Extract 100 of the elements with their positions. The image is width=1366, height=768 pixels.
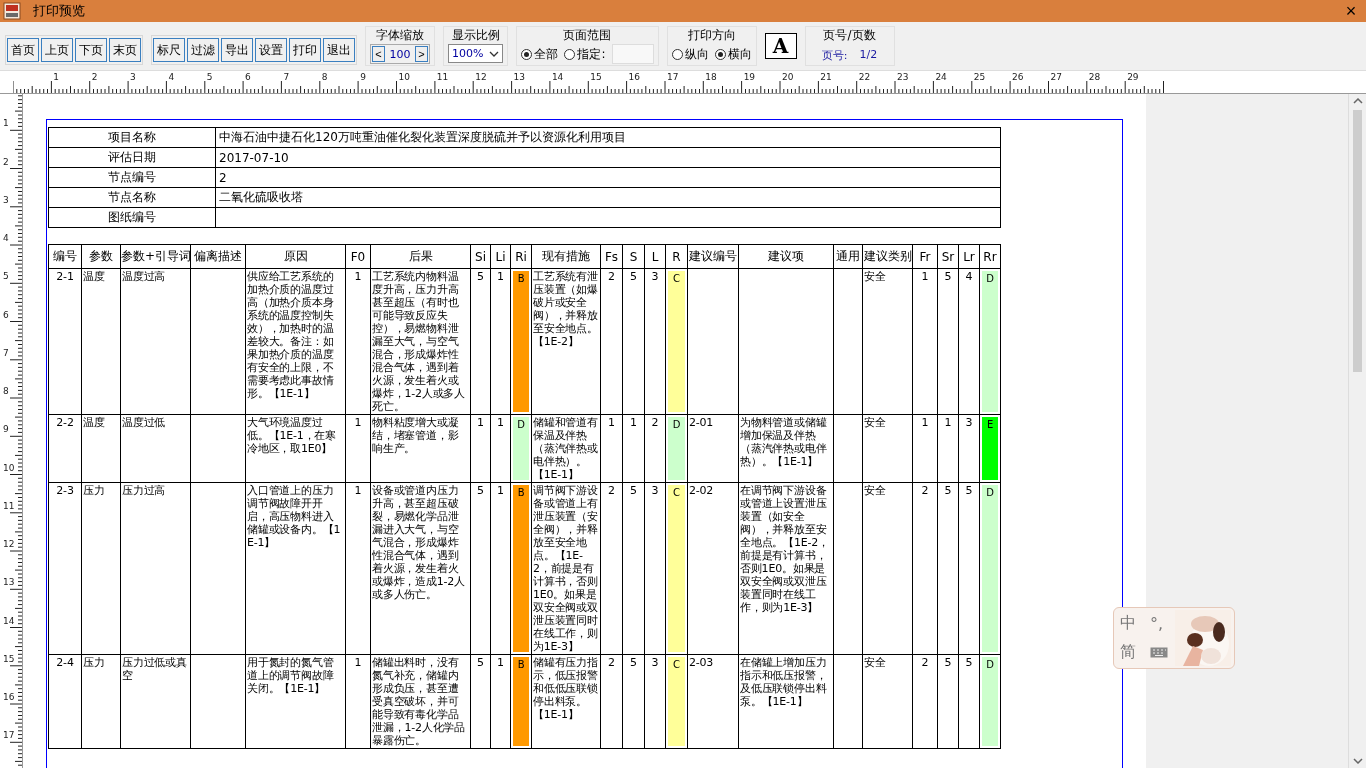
keyboard-icon[interactable] [1150,647,1168,658]
column-header: 建议项 [738,244,834,269]
punctuation-indicator[interactable]: °, [1150,614,1174,633]
ruler-number: 15 [590,72,602,82]
table-cell: 储罐出料时，没有氮气补充，储罐内形成负压，甚至遭受真空破坏，并可能导致有毒化学品泄漏，1-2人化学品暴露伤亡。 [370,654,471,749]
ruler-number: 22 [858,72,871,82]
table-cell: 用于氮封的氮气管道上的调节阀故障关闭。【1E-1】 [245,654,346,749]
toolbar-button[interactable]: 上页 [41,38,73,62]
table-cell: 1 [490,482,511,655]
script-indicator[interactable]: 简 [1120,642,1150,663]
table-cell: 2 [600,482,623,655]
increase-button[interactable]: > [415,46,428,62]
toolbar-button[interactable]: 过滤 [187,38,219,62]
group-label: 字体缩放 [376,27,424,44]
input-method-bar[interactable]: 中 °, 简 [1113,607,1235,669]
language-indicator[interactable]: 中 [1120,613,1150,634]
table-cell: 1 [490,654,511,749]
column-header: 参数+引导词 [120,244,191,269]
table-cell: 2 [644,414,666,483]
page-range-field[interactable] [611,44,654,64]
column-header: 原因 [245,244,346,269]
scale-dropdown[interactable]: 100% [448,44,504,63]
table-cell: 二氧化硫吸收塔 [215,187,1001,208]
table-cell: 5 [937,482,959,655]
table-cell: 2-03 [687,654,739,749]
column-header: 通用 [833,244,863,269]
table-cell: 1 [622,414,645,483]
toolbar-button[interactable]: 设置 [255,38,287,62]
ruler-number: 4 [3,233,9,243]
column-header: Fr [912,244,938,269]
ruler-number: 18 [705,72,717,82]
page-number-value: 1/2 [859,48,878,63]
ruler-number: 3 [3,194,9,205]
ruler-number: 4 [168,72,175,82]
toolbar-button[interactable]: 打印 [289,38,321,62]
ruler-number: 19 [743,72,756,82]
table-cell: 5 [622,268,645,415]
ruler-number: 24 [935,72,947,82]
toolbar-button[interactable]: 首页 [7,38,39,62]
column-header: Li [490,244,511,269]
toolbar-button[interactable]: 导出 [221,38,253,62]
table-cell: 储罐和管道有保温及伴热（蒸汽伴热或电伴热）。【1E-1】 [531,414,601,483]
table-cell: 节点名称 [48,187,216,208]
radio-option[interactable]: 纵向 [671,46,709,63]
table-cell: 2-3 [48,482,82,655]
group-label: 打印方向 [687,27,736,44]
table-cell: 1 [345,268,371,415]
column-header: 偏离描述 [190,244,246,269]
chevron-down-icon[interactable] [1352,758,1363,764]
group-label: 页面范围 [563,27,612,44]
table-cell: 5 [622,482,645,655]
toolbar-button[interactable]: 下页 [75,38,107,62]
table-cell: 设备或管道内压力升高，甚至超压破裂，易燃化学品泄漏进入大气，与空气混合，形成爆炸性混合气体，遇到着火源，发生着火或爆炸，造成1-2人或多人伤亡。 [370,482,471,655]
table-cell: 2 [600,268,623,415]
decrease-button[interactable]: < [372,46,385,62]
ruler-number: 17 [3,730,15,741]
column-header: Sr [937,244,959,269]
ruler-number: 15 [3,653,15,664]
table-cell: 安全 [862,414,913,483]
column-header: 编号 [48,244,82,269]
toolbar-button[interactable]: 标尺 [153,38,185,62]
table-cell: 3 [958,414,980,483]
column-header: L [644,244,666,269]
table-cell: 温度过高 [120,268,191,415]
ruler-number: 27 [1050,72,1062,82]
ruler-number: 8 [321,72,328,82]
table-cell: 为物料管道或储罐增加保温及伴热（蒸汽伴热或电伴热）。【1E-1】 [738,414,834,483]
table-cell: 安全 [862,654,913,749]
table-cell: 1 [490,268,511,415]
table-cell: 安全 [862,268,913,415]
ruler-number: 28 [1088,72,1101,82]
table-cell: 2-2 [48,414,82,483]
table-cell: 2 [912,654,938,749]
table-cell: 5 [470,482,491,655]
column-header: Lr [958,244,980,269]
table-cell: 温度 [81,268,121,415]
toolbar-button[interactable]: 末页 [109,38,141,62]
table-cell: 1 [937,414,959,483]
table-cell: 在储罐上增加压力指示和低压报警，及低压联锁停出料泵。【1E-1】 [738,654,834,749]
scrollbar[interactable] [1348,94,1366,768]
toolbar-button[interactable]: 退出 [323,38,355,62]
radio-option[interactable]: 指定: [564,45,606,63]
table-cell: 入口管道上的压力调节阀故障开开启，高压物料进入储罐或设备内。【1E-1】 [245,482,346,655]
table-cell: 温度 [81,414,121,483]
radio-option[interactable]: 全部 [521,45,559,63]
close-button[interactable]: × [1336,0,1366,22]
column-header: 参数 [81,244,121,269]
table-cell: 1 [912,414,938,483]
chevron-up-icon[interactable] [1352,98,1363,104]
ruler-number: 16 [3,692,15,702]
table-cell: 大气环境温度过低。【1E-1，在寒冷地区，取1E0】 [245,414,346,483]
scrollbar-thumb[interactable] [1353,110,1362,372]
column-header: Rr [979,244,1001,269]
table-cell: 3 [644,268,666,415]
ruler-number: 11 [3,500,15,511]
font-button[interactable]: A [764,33,797,59]
column-header: Fs [600,244,623,269]
radio-option[interactable]: 横向 [714,46,752,63]
table-cell: 5 [470,654,491,749]
risk-cell: C [665,482,688,655]
